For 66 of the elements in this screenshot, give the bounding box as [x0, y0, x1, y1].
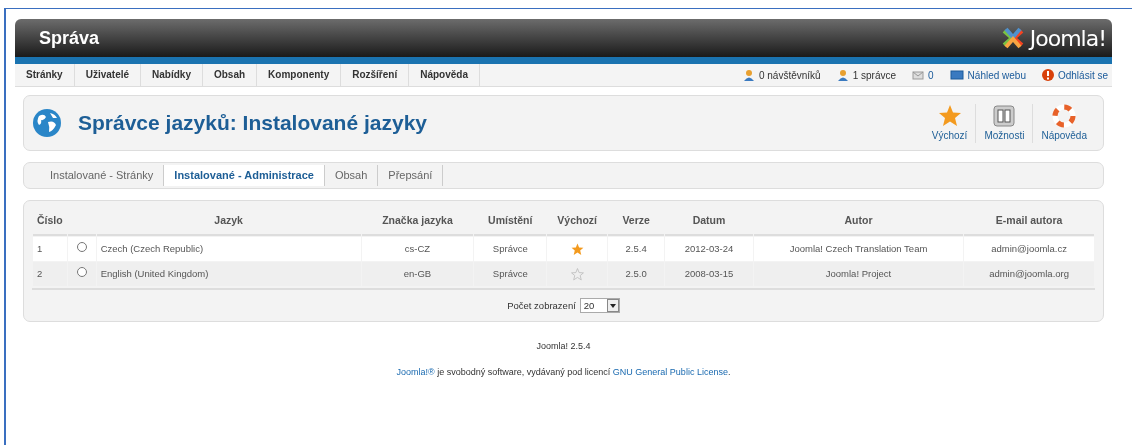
table-cell: Joomla! Czech Translation Team — [753, 236, 964, 261]
star-icon[interactable] — [570, 242, 584, 256]
column-header: Výchozí — [547, 208, 608, 236]
row-radio[interactable] — [76, 241, 87, 252]
user-icon — [836, 69, 849, 81]
users-icon — [742, 69, 755, 81]
table-cell: admin@joomla.org — [964, 262, 1094, 287]
column-header: Autor — [753, 208, 964, 236]
menu-item[interactable]: Stránky — [15, 64, 75, 86]
language-cell: English (United Kingdom) — [96, 262, 361, 287]
table-cell: en-GB — [361, 262, 474, 287]
submenu-tab[interactable]: Obsah — [324, 165, 379, 186]
preview-link[interactable]: Náhled webu — [967, 67, 1026, 83]
star-outline-icon[interactable] — [570, 268, 584, 281]
logout-link[interactable]: Odhlásit se — [1057, 67, 1108, 83]
submenu-tab[interactable]: Instalované - Administrace — [164, 165, 325, 186]
column-header: E-mail autora — [964, 208, 1094, 236]
version-text: Joomla! 2.5.4 — [536, 341, 591, 352]
column-header: Jazyk — [96, 208, 361, 236]
table-cell: admin@joomla.cz — [964, 236, 1094, 261]
message-count: 0 — [928, 68, 934, 83]
footer-link[interactable]: GNU General Public License — [612, 366, 728, 377]
admin-count: 1 správce — [852, 68, 897, 83]
column-header: Značka jazyka — [361, 208, 474, 236]
switches-icon — [992, 103, 1017, 128]
license-notice: Joomla!® je svobodný software, vydávaný pod licencí GNU General Public License. — [396, 366, 731, 377]
row-radio[interactable] — [76, 267, 87, 277]
language-cell: Czech (Czech Republic) — [96, 236, 361, 261]
star-icon — [937, 103, 962, 128]
menu-item[interactable]: Rozšíření — [341, 64, 410, 86]
page-size-label: Počet zobrazení — [507, 298, 576, 313]
mail-icon — [912, 70, 925, 80]
menu-item[interactable]: Nápověda — [409, 64, 480, 86]
page-title: Správce jazyků: Instalované jazyky — [78, 110, 427, 137]
table-cell: 2.5.4 — [608, 236, 665, 261]
visitor-count: 0 návštěvníků — [758, 68, 821, 83]
table-cell: Správce — [474, 262, 547, 287]
table-cell: 2012-03-24 — [665, 236, 753, 261]
logo-text: Joomla! — [1029, 24, 1106, 53]
menu-item[interactable]: Uživatelé — [74, 64, 142, 86]
column-header: Datum — [665, 208, 753, 236]
help-button[interactable]: Nápověda — [1032, 103, 1095, 143]
column-header: Číslo — [33, 208, 67, 236]
table-cell: 2.5.0 — [608, 262, 665, 287]
screen-icon — [949, 70, 964, 80]
page-size-select[interactable]: 20 — [579, 298, 620, 314]
table-cell: cs-CZ — [361, 236, 474, 261]
row-number: 2 — [33, 262, 67, 287]
lifebuoy-icon — [1052, 103, 1077, 128]
menu-item[interactable]: Komponenty — [257, 64, 342, 86]
menu-item[interactable]: Obsah — [202, 64, 258, 86]
footer-link[interactable]: Joomla!® — [396, 366, 435, 377]
alert-icon — [1041, 69, 1054, 81]
globe-icon — [32, 108, 62, 138]
column-header: Verze — [608, 208, 665, 236]
dropdown-icon — [606, 299, 619, 313]
options-button[interactable]: Možnosti — [975, 103, 1033, 143]
submenu-tab[interactable]: Přepsání — [378, 165, 444, 186]
table-cell: Joomla! Project — [753, 262, 964, 287]
table-cell: 2008-03-15 — [665, 262, 753, 287]
table-cell: Správce — [474, 236, 547, 261]
menu-item[interactable]: Nabídky — [141, 64, 203, 86]
header-title: Správa — [39, 26, 100, 50]
default-button[interactable]: Výchozí — [923, 103, 976, 143]
row-number: 1 — [33, 236, 67, 261]
column-header: Umístění — [474, 208, 547, 236]
